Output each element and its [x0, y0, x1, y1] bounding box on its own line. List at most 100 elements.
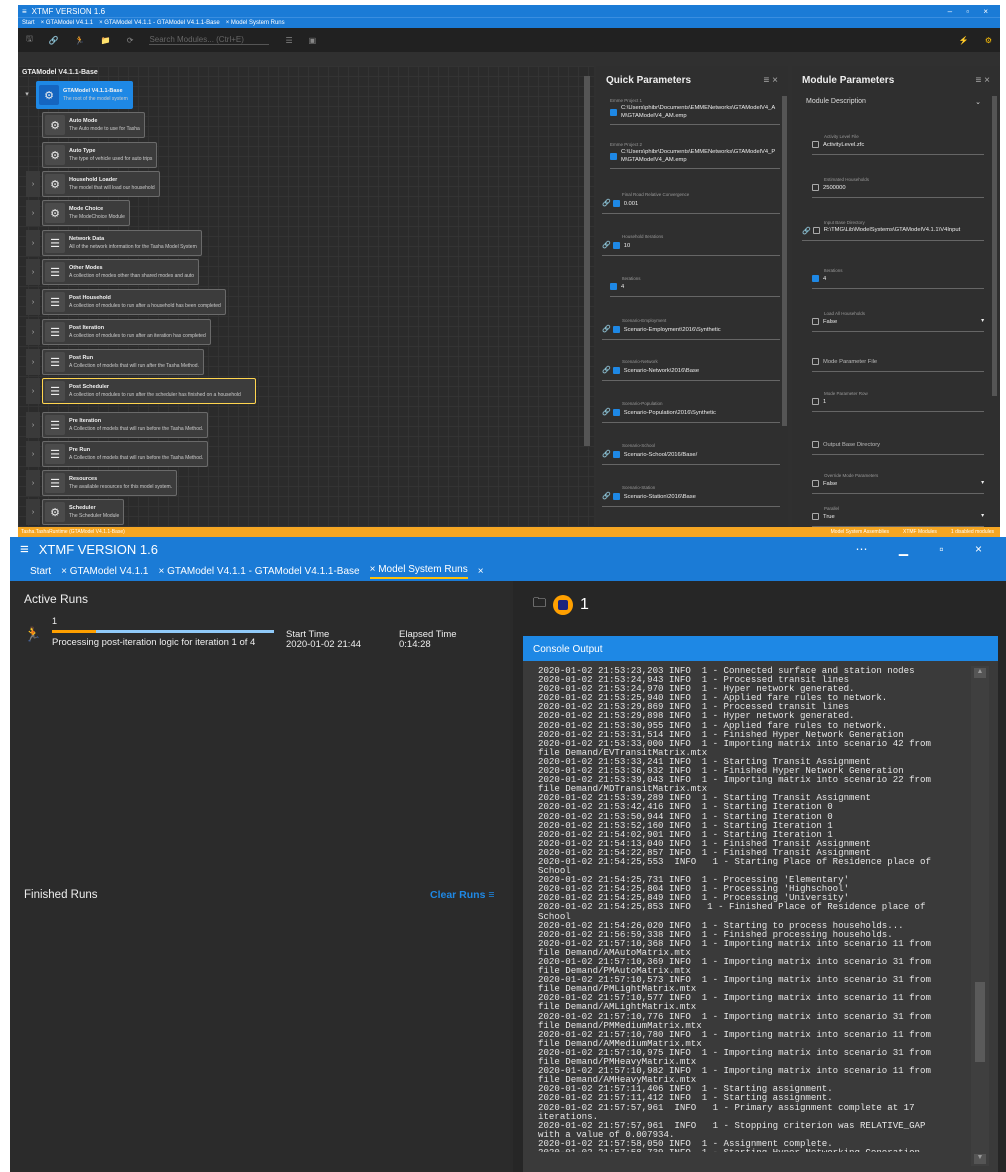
checkbox-icon[interactable] [812, 398, 819, 405]
search-modules-input[interactable]: Search Modules... (Ctrl+E) [149, 35, 270, 45]
window-controls[interactable]: ‒ ▫ × [948, 7, 994, 16]
link-icon[interactable]: 🔗 [602, 366, 611, 375]
tree-node-root[interactable]: ▾ ⚙ GTAModel V4.1.1-Base The root of the … [20, 81, 133, 109]
stop-run-button[interactable] [553, 595, 574, 615]
expand-icon[interactable]: › [26, 259, 40, 285]
quick-param-emme-project-1[interactable]: Emme Project 1 C:\Users\phibr\Documents\E… [610, 98, 780, 126]
checkbox-icon[interactable] [612, 326, 620, 334]
console-scrollbar[interactable]: ▲ ▼ [971, 666, 989, 1166]
module-param-parallel[interactable]: Parallel True ▾ [812, 506, 984, 527]
filter-close-icon[interactable]: ≡ × [976, 75, 990, 86]
tree-node-post-scheduler[interactable]: › ☰ Post Scheduler A collection of modules… [26, 378, 256, 404]
module-param-override-mode-parameters[interactable]: Override Mode Parameters False ▾ [812, 473, 984, 494]
checkbox-icon[interactable] [610, 109, 617, 116]
clear-runs-button[interactable]: Clear Runs ≡ [430, 889, 495, 901]
scrollbar-thumb[interactable] [975, 982, 985, 1062]
expand-icon[interactable]: › [26, 200, 40, 226]
scroll-up-icon[interactable]: ▲ [974, 668, 986, 678]
checkbox-icon[interactable] [812, 318, 819, 325]
checkbox-icon[interactable] [812, 441, 819, 448]
tab-model-system-runs[interactable]: × Model System Runs [369, 564, 468, 579]
checkbox-icon[interactable] [812, 275, 819, 282]
scroll-down-icon[interactable]: ▼ [974, 1154, 986, 1164]
checkbox-icon[interactable] [812, 513, 819, 520]
tab-start[interactable]: Start [30, 566, 51, 577]
tree-node-other-modes[interactable]: › ☰ Other Modes A collection of modes othe… [26, 259, 200, 285]
expand-icon[interactable]: › [26, 412, 40, 438]
link-icon[interactable]: 🔗 [602, 325, 611, 334]
active-run-row[interactable]: 🏃 1 Processing post-iteration logic for … [24, 614, 494, 654]
status-xtmf-modules[interactable]: XTMF Modules [903, 529, 937, 535]
tree-node-auto-type[interactable]: ⚙ Auto Type The type of vehicle used for a… [42, 142, 158, 168]
quick-param-convergence[interactable]: Final Road Relative Convergence 🔗 0.001 [602, 192, 780, 214]
expand-icon[interactable]: › [26, 499, 40, 525]
checkbox-icon[interactable] [610, 153, 617, 160]
checkbox-icon[interactable] [612, 200, 620, 208]
quick-param-scenario-population[interactable]: Scenario-Population 🔗 Scenario-Population\… [602, 401, 780, 423]
hamburger-menu-icon[interactable]: ≡ [20, 541, 29, 558]
link-icon[interactable]: 🔗 [602, 199, 611, 208]
tab-start[interactable]: Start [22, 20, 35, 26]
expand-icon[interactable]: › [26, 441, 40, 467]
close-tab-icon[interactable]: × [478, 566, 484, 577]
expand-icon[interactable]: › [26, 289, 40, 315]
tree-node-post-run[interactable]: › ☰ Post Run A Collection of models that w… [26, 349, 204, 375]
folder-icon[interactable]: 🗀 [533, 594, 546, 616]
tab-gtamodel[interactable]: × GTAModel V4.1.1 [41, 20, 93, 26]
checkbox-icon[interactable] [610, 283, 617, 290]
link-icon[interactable]: 🔗 [602, 492, 611, 501]
quick-param-emme-project-2[interactable]: Emme Project 2 C:\Users\phibr\Documents\E… [610, 142, 780, 170]
module-param-mode-parameter-file[interactable]: Mode Parameter File [812, 358, 984, 372]
collapse-icon[interactable]: ▾ [20, 81, 34, 107]
link-icon[interactable]: 🔗 [602, 241, 611, 250]
tree-node-pre-run[interactable]: › ☰ Pre Run A Collection of models that wi… [26, 441, 209, 467]
settings-icon[interactable]: ⚙ [985, 36, 992, 45]
filter-close-icon[interactable]: ≡ × [764, 75, 778, 86]
checkbox-icon[interactable] [812, 358, 819, 365]
checkbox-icon[interactable] [612, 367, 620, 375]
run-icon[interactable]: 🏃 [75, 36, 85, 45]
link-icon[interactable]: 🔗 [602, 450, 611, 459]
tree-node-scheduler[interactable]: › ⚙ Scheduler The Scheduler Module [26, 499, 125, 525]
module-params-scrollbar[interactable] [992, 96, 997, 396]
module-param-iterations[interactable]: Iterations 4 [812, 268, 984, 289]
tree-node-household-loader[interactable]: › ⚙ Household Loader The model that will l… [26, 171, 160, 197]
status-disabled-modules[interactable]: 1 disabled modules [951, 529, 994, 535]
checkbox-icon[interactable] [812, 480, 819, 487]
tree-node-post-household[interactable]: › ☰ Post Household A collection of modules… [26, 289, 226, 315]
module-param-output-base-directory[interactable]: Output Base Directory [812, 441, 984, 455]
tab-model-system-runs[interactable]: × Model System Runs [226, 20, 285, 26]
expand-icon[interactable]: › [26, 171, 40, 197]
expand-icon[interactable]: › [26, 349, 40, 375]
grid-view-icon[interactable]: ▣ [309, 36, 317, 45]
tab-gtamodel[interactable]: × GTAModel V4.1.1 [61, 566, 148, 577]
module-param-load-all-households[interactable]: Load All Households False ▾ [812, 311, 984, 332]
tree-node-network-data[interactable]: › ☰ Network Data All of the network inform… [26, 230, 202, 256]
tree-scrollbar[interactable] [584, 76, 590, 446]
tree-node-post-iteration[interactable]: › ☰ Post Iteration A collection of modules… [26, 319, 211, 345]
checkbox-icon[interactable] [812, 141, 819, 148]
checkbox-icon[interactable] [812, 227, 820, 234]
link-icon[interactable]: 🔗 [49, 36, 59, 45]
checkbox-icon[interactable] [612, 409, 620, 417]
status-model-system-assemblies[interactable]: Model System Assemblies [831, 529, 889, 535]
expand-icon[interactable]: › [26, 470, 40, 496]
tree-node-pre-iteration[interactable]: › ☰ Pre Iteration A Collection of models t… [26, 412, 209, 438]
lightning-icon[interactable]: ⚡ [959, 36, 969, 45]
expand-icon[interactable]: › [26, 319, 40, 345]
checkbox-icon[interactable] [612, 242, 620, 250]
quick-param-household-iterations[interactable]: Household Iterations 🔗 10 [602, 234, 780, 256]
quick-param-scenario-station[interactable]: Scenario-Station 🔗 Scenario-Station\2016\B… [602, 485, 780, 507]
checkbox-icon[interactable] [612, 493, 620, 501]
tree-node-mode-choice[interactable]: › ⚙ Mode Choice The ModeChoice Module [26, 200, 130, 226]
module-param-activity-level-file[interactable]: Activity Level File ActivityLevel.zfc [812, 134, 984, 155]
quick-param-iterations[interactable]: Iterations 4 [610, 276, 780, 297]
tree-node-resources[interactable]: › ☰ Resources The available resources for … [26, 470, 178, 496]
window-controls[interactable]: ⋯ ▁ ▫ × [856, 542, 997, 556]
module-param-input-base-directory[interactable]: Input Base Directory 🔗 R:\TMG\Lib\ModelSys… [802, 220, 984, 242]
quick-param-scenario-network[interactable]: Scenario-Network 🔗 Scenario-Network\2016\B… [602, 359, 780, 381]
quick-param-scenario-employment[interactable]: Scenario-Employment 🔗 Scenario-Employment\… [602, 318, 780, 340]
refresh-icon[interactable]: ⟳ [127, 36, 134, 45]
checkbox-icon[interactable] [612, 451, 620, 459]
link-icon[interactable]: 🔗 [602, 408, 611, 417]
